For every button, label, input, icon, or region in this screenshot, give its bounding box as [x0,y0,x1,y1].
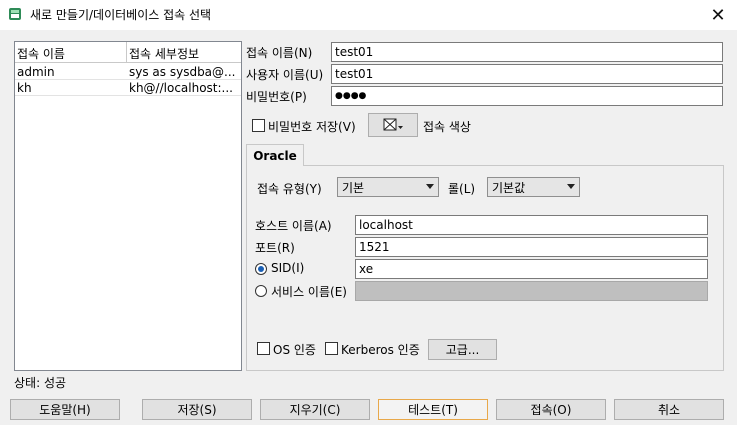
port-label: 포트(R) [255,241,295,255]
sid-radio[interactable] [255,263,267,275]
connection-name-field[interactable]: test01 [331,42,723,62]
connection-color-label: 접속 색상 [423,120,471,134]
connection-type-select[interactable]: 기본 [337,177,439,197]
list-item[interactable]: admin sys as sysdba@... [15,64,241,80]
connection-name-label: 접속 이름(N) [246,46,313,60]
service-name-radio[interactable] [255,285,267,297]
kerberos-label: Kerberos 인증 [341,343,420,357]
connection-type-label: 접속 유형(Y) [257,182,322,196]
password-field[interactable]: ●●●● [331,86,723,106]
save-password-label: 비밀번호 저장(V) [268,120,356,134]
host-field[interactable]: localhost [355,215,708,235]
role-select[interactable]: 기본값 [487,177,580,197]
column-header-connection-name[interactable]: 접속 이름 [17,45,65,62]
connection-name: admin [17,65,55,79]
sid-field[interactable]: xe [355,259,708,279]
connection-detail: sys as sysdba@... [129,65,236,79]
os-auth-checkbox[interactable] [257,342,270,355]
column-header-connection-detail[interactable]: 접속 세부정보 [129,45,199,62]
connection-type-value: 기본 [342,181,365,195]
column-divider[interactable] [126,42,127,63]
database-app-icon [9,8,21,20]
service-name-field [355,281,708,301]
clear-button[interactable]: 지우기(C) [260,399,370,420]
save-password-checkbox[interactable] [252,119,265,132]
save-button[interactable]: 저장(S) [142,399,252,420]
role-value: 기본값 [492,181,526,195]
close-button[interactable]: ✕ [706,4,730,26]
help-button[interactable]: 도움말(H) [10,399,120,420]
kerberos-checkbox[interactable] [325,342,338,355]
service-name-label: 서비스 이름(E) [271,285,347,299]
connection-name: kh [17,81,32,95]
status-text: 상태: 성공 [14,376,67,390]
title-bar: 새로 만들기/데이터베이스 접속 선택 ✕ [0,0,737,30]
close-icon: ✕ [710,4,726,26]
chevron-down-icon [567,184,575,189]
cancel-button[interactable]: 취소 [614,399,724,420]
connect-button[interactable]: 접속(O) [496,399,606,420]
list-item[interactable]: kh kh@//localhost:... [15,80,241,96]
connection-list[interactable]: 접속 이름 접속 세부정보 admin sys as sysdba@... kh… [14,41,242,371]
connection-list-header: 접속 이름 접속 세부정보 [15,42,241,63]
username-label: 사용자 이름(U) [246,68,324,82]
test-button[interactable]: 테스트(T) [378,399,488,420]
connection-detail: kh@//localhost:... [129,81,233,95]
tab-oracle[interactable]: Oracle [246,144,304,166]
color-swatch-icon [383,118,403,131]
os-auth-label: OS 인증 [273,343,316,357]
role-label: 롤(L) [448,182,476,196]
host-label: 호스트 이름(A) [255,219,332,233]
color-picker-button[interactable] [368,113,418,137]
advanced-button[interactable]: 고급... [428,339,497,360]
password-label: 비밀번호(P) [246,90,307,104]
window-title: 새로 만들기/데이터베이스 접속 선택 [30,8,212,22]
chevron-down-icon [426,184,434,189]
sid-label: SID(I) [271,261,305,275]
port-field[interactable]: 1521 [355,237,708,257]
username-field[interactable]: test01 [331,64,723,84]
